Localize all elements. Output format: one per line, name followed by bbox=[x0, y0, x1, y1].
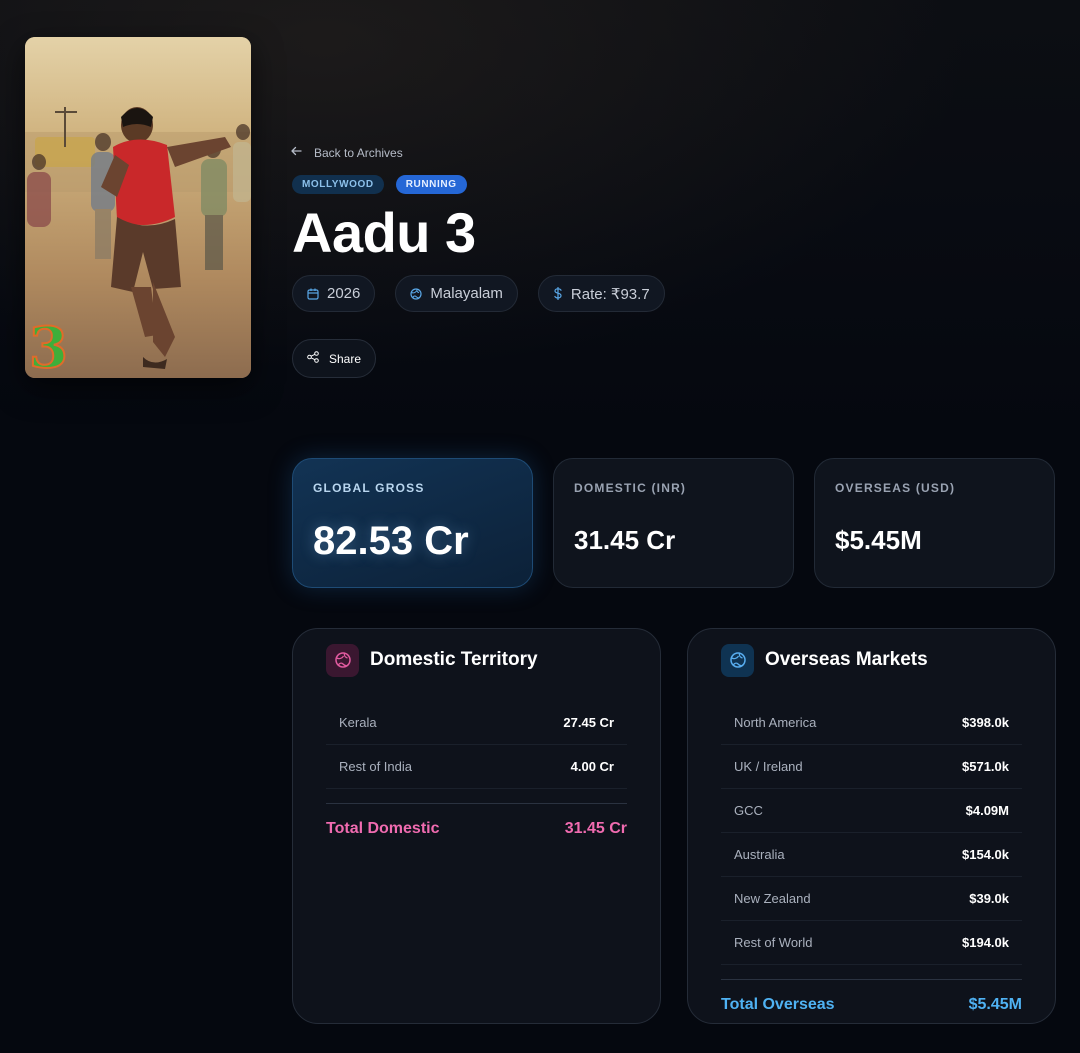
back-to-archives-link[interactable]: Back to Archives bbox=[290, 145, 403, 160]
market-value: $154.0k bbox=[962, 847, 1009, 862]
market-name: UK / Ireland bbox=[734, 759, 803, 774]
table-row: Australia $154.0k bbox=[721, 833, 1022, 877]
table-row: Rest of India 4.00 Cr bbox=[326, 745, 627, 789]
table-row: Rest of World $194.0k bbox=[721, 921, 1022, 965]
genre-badge: MOLLYWOOD bbox=[292, 175, 384, 194]
market-value: $398.0k bbox=[962, 715, 1009, 730]
market-value: $194.0k bbox=[962, 935, 1009, 950]
dollar-icon bbox=[553, 287, 563, 300]
overseas-markets-panel: Overseas Markets North America $398.0k U… bbox=[687, 628, 1056, 1024]
status-badge: RUNNING bbox=[395, 175, 467, 194]
global-gross-label: GLOBAL GROSS bbox=[313, 481, 425, 495]
overseas-panel-header: Overseas Markets bbox=[721, 643, 1022, 677]
market-name: New Zealand bbox=[734, 891, 811, 906]
domestic-total-value: 31.45 Cr bbox=[564, 819, 627, 837]
global-gross-value: 82.53 Cr bbox=[313, 519, 469, 563]
share-button[interactable]: Share bbox=[292, 339, 376, 378]
overseas-rows: North America $398.0k UK / Ireland $571.… bbox=[721, 701, 1022, 965]
table-row: Kerala 27.45 Cr bbox=[326, 701, 627, 745]
language-value: Malayalam bbox=[430, 285, 503, 302]
territory-name: Kerala bbox=[339, 715, 377, 730]
overseas-label: OVERSEAS (USD) bbox=[835, 481, 956, 495]
badge-group: MOLLYWOOD RUNNING bbox=[292, 175, 467, 194]
market-name: Australia bbox=[734, 847, 785, 862]
globe-icon bbox=[410, 287, 422, 300]
table-row: New Zealand $39.0k bbox=[721, 877, 1022, 921]
table-row: GCC $4.09M bbox=[721, 789, 1022, 833]
territory-name: Rest of India bbox=[339, 759, 412, 774]
domestic-panel-header: Domestic Territory bbox=[326, 643, 627, 677]
market-name: Rest of World bbox=[734, 935, 813, 950]
global-gross-card: GLOBAL GROSS 82.53 Cr bbox=[292, 458, 533, 588]
domestic-label: DOMESTIC (INR) bbox=[574, 481, 687, 495]
language-chip: Malayalam bbox=[395, 275, 518, 312]
movie-poster: 3 bbox=[25, 37, 251, 378]
rate-chip: Rate: ₹93.7 bbox=[537, 275, 665, 312]
domestic-value: 31.45 Cr bbox=[574, 525, 676, 555]
domestic-card: DOMESTIC (INR) 31.45 Cr bbox=[553, 458, 794, 588]
table-row: North America $398.0k bbox=[721, 701, 1022, 745]
movie-meta-chips: 2026 Malayalam Rate: ₹93.7 bbox=[292, 275, 665, 312]
globe-icon bbox=[326, 643, 359, 677]
domestic-territory-panel: Domestic Territory Kerala 27.45 Cr Rest … bbox=[292, 628, 661, 1024]
back-label: Back to Archives bbox=[314, 145, 403, 160]
table-row: UK / Ireland $571.0k bbox=[721, 745, 1022, 789]
domestic-total-label: Total Domestic bbox=[326, 819, 440, 837]
share-icon bbox=[307, 351, 319, 366]
overseas-total-value: $5.45M bbox=[968, 995, 1022, 1013]
overseas-total-label: Total Overseas bbox=[721, 995, 835, 1013]
territory-value: 4.00 Cr bbox=[570, 759, 614, 774]
market-name: North America bbox=[734, 715, 817, 730]
movie-title: Aadu 3 bbox=[292, 201, 476, 264]
overseas-card: OVERSEAS (USD) $5.45M bbox=[814, 458, 1055, 588]
share-label: Share bbox=[328, 351, 362, 366]
market-value: $4.09M bbox=[965, 803, 1009, 818]
rate-value: Rate: ₹93.7 bbox=[570, 285, 650, 303]
domestic-panel-title: Domestic Territory bbox=[370, 649, 538, 670]
year-value: 2026 bbox=[327, 285, 361, 302]
calendar-icon bbox=[307, 288, 319, 300]
arrow-left-icon bbox=[290, 145, 302, 160]
territory-value: 27.45 Cr bbox=[563, 715, 614, 730]
year-chip: 2026 bbox=[292, 275, 376, 312]
overseas-total-row: Total Overseas $5.45M bbox=[721, 979, 1022, 1029]
domestic-total-row: Total Domestic 31.45 Cr bbox=[326, 803, 627, 853]
overseas-panel-title: Overseas Markets bbox=[765, 649, 928, 670]
overseas-value: $5.45M bbox=[835, 525, 922, 555]
domestic-rows: Kerala 27.45 Cr Rest of India 4.00 Cr bbox=[326, 701, 627, 789]
market-value: $571.0k bbox=[962, 759, 1009, 774]
svg-text:3: 3 bbox=[29, 315, 68, 378]
globe-icon bbox=[721, 643, 754, 677]
market-name: GCC bbox=[734, 803, 763, 818]
market-value: $39.0k bbox=[969, 891, 1009, 906]
